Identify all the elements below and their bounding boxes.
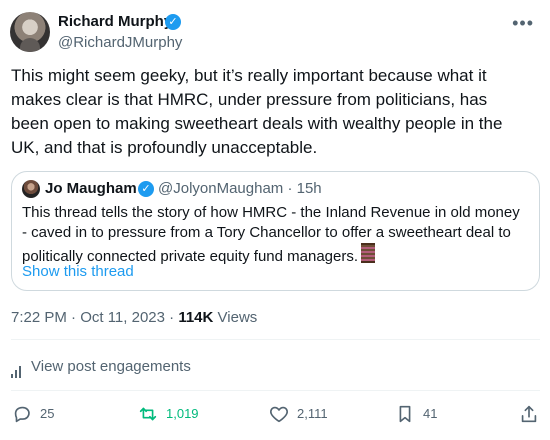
author-name[interactable]: Richard Murphy bbox=[58, 13, 172, 31]
reply-button[interactable]: 25 bbox=[11, 402, 54, 426]
heart-icon bbox=[270, 406, 288, 423]
verified-badge-icon: ✓ bbox=[165, 14, 181, 30]
timestamp-text: 7:22 PM · Oct 11, 2023 · bbox=[11, 309, 175, 326]
repost-count: 1,019 bbox=[166, 406, 199, 421]
bookmark-count: 41 bbox=[423, 406, 438, 421]
divider bbox=[11, 339, 540, 340]
author-handle[interactable]: @RichardJMurphy bbox=[58, 34, 182, 52]
share-icon bbox=[521, 405, 537, 423]
analytics-icon bbox=[11, 360, 25, 378]
reply-count: 25 bbox=[40, 406, 55, 421]
bookmark-button[interactable]: 41 bbox=[394, 402, 437, 426]
repost-icon bbox=[139, 407, 157, 421]
verified-badge-icon: ✓ bbox=[138, 181, 154, 197]
more-icon[interactable]: ••• bbox=[512, 13, 534, 34]
timestamp: 7:22 PM · Oct 11, 2023 · 114K Views bbox=[11, 309, 257, 327]
quoted-author-meta: @JolyonMaugham · 15h bbox=[158, 180, 322, 197]
reply-icon bbox=[14, 406, 30, 423]
like-button[interactable]: 2,111 bbox=[268, 402, 328, 426]
like-count: 2,111 bbox=[297, 406, 328, 421]
quoted-author-name[interactable]: Jo Maugham bbox=[45, 180, 137, 198]
divider bbox=[11, 390, 540, 391]
share-button[interactable] bbox=[518, 402, 540, 426]
author-avatar[interactable] bbox=[10, 12, 50, 52]
views-label: Views bbox=[217, 309, 258, 326]
quoted-tweet-card[interactable]: Jo Maugham ✓ @JolyonMaugham · 15h This t… bbox=[11, 171, 540, 291]
quoted-author-avatar[interactable] bbox=[22, 180, 40, 198]
views-count: 114K bbox=[178, 309, 214, 326]
engagements-label: View post engagements bbox=[31, 358, 191, 375]
view-post-engagements-link[interactable]: View post engagements bbox=[11, 358, 191, 378]
repost-button[interactable]: 1,019 bbox=[137, 402, 199, 426]
tweet-text: This might seem geeky, but it’s really i… bbox=[11, 66, 503, 157]
bookmark-icon bbox=[399, 405, 411, 423]
flag-icon bbox=[361, 243, 376, 263]
quoted-tweet-text: This thread tells the story of how HMRC … bbox=[22, 204, 520, 265]
show-thread-link[interactable]: Show this thread bbox=[22, 263, 134, 281]
